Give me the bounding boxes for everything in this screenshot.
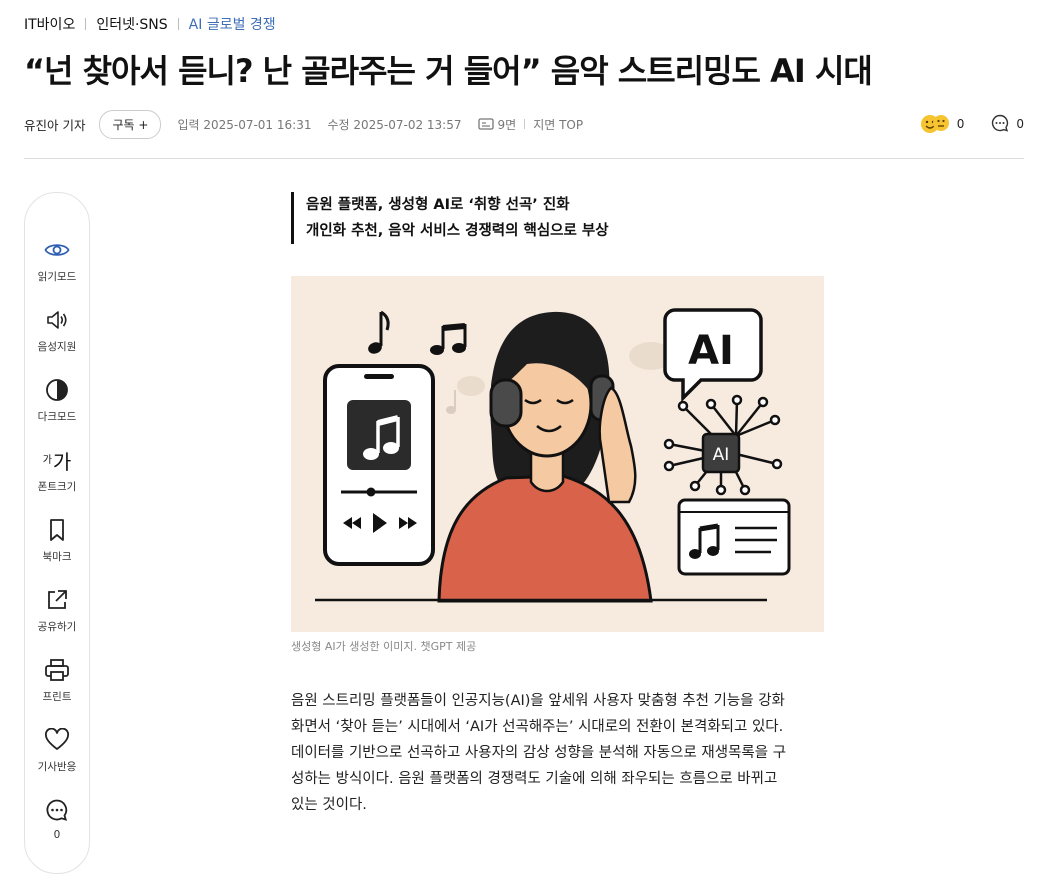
tool-label: 북마크 — [42, 551, 72, 563]
article-hero-image: AI AI — [291, 276, 824, 632]
eye-icon — [25, 235, 89, 265]
tool-label: 기사반응 — [37, 761, 77, 773]
reading-mode-button[interactable]: 읽기모드 — [25, 235, 89, 284]
font-size-small-glyph: 가 — [42, 455, 52, 466]
article-summary: 음원 플랫폼, 생성형 AI로 ‘취향 선곡’ 진화 개인화 추천, 음악 서비… — [291, 192, 609, 244]
tool-label: 폰트크기 — [37, 481, 77, 493]
article-meta: 유진아 기자 구독 + 입력 2025-07-01 16:31 수정 2025-… — [24, 109, 1024, 139]
font-size-button[interactable]: 가가 폰트크기 — [25, 445, 89, 494]
body-line: 있는 것이다. — [291, 797, 367, 813]
bookmark-icon — [25, 515, 89, 545]
breadcrumb: IT바이오 인터넷·SNS AI 글로벌 경쟁 — [24, 14, 276, 34]
tool-label: 프린트 — [42, 691, 72, 703]
reaction-count: 0 — [956, 117, 965, 131]
tool-label: 공유하기 — [37, 621, 77, 633]
ai-chip-circuit: AI — [663, 394, 783, 496]
ai-chip-text: AI — [713, 445, 730, 465]
comment-button[interactable]: 0 — [25, 795, 89, 841]
breadcrumb-item-ai-global[interactable]: AI 글로벌 경쟁 — [189, 14, 276, 34]
person-with-headphones-illustration — [437, 311, 653, 603]
comment-icon[interactable] — [990, 113, 1010, 136]
voice-support-button[interactable]: 음성지원 — [25, 305, 89, 354]
share-icon — [25, 585, 89, 615]
reaction-button[interactable]: 기사반응 — [25, 725, 89, 774]
music-note-icon — [368, 310, 390, 354]
body-line: 성하는 방식이다. 음원 플랫폼의 경쟁력도 기술에 의해 좌우되는 흐름으로 … — [291, 771, 778, 787]
comment-icon — [25, 795, 89, 825]
image-caption: 생성형 AI가 생성한 이미지. 챗GPT 제공 — [291, 640, 477, 653]
double-music-note-icon — [430, 323, 467, 355]
article-headline: “넌 찾아서 듣니? 난 골라주는 거 들어” 음악 스트리밍도 AI 시대 — [24, 52, 873, 90]
share-button[interactable]: 공유하기 — [25, 585, 89, 634]
article-body: 음원 스트리밍 플랫폼들이 인공지능(AI)을 앞세워 사용자 맞춤형 추천 기… — [291, 688, 811, 818]
dark-mode-button[interactable]: 다크모드 — [25, 375, 89, 424]
tool-label: 읽기모드 — [37, 271, 77, 283]
input-time: 입력 2025-07-01 16:31 — [177, 117, 312, 132]
article-reactions: 0 0 — [919, 112, 1024, 137]
comment-count: 0 — [1016, 117, 1024, 131]
meta-separator — [524, 119, 526, 129]
ai-speech-bubble: AI — [663, 308, 763, 403]
header-divider — [24, 158, 1024, 159]
playlist-card — [677, 498, 791, 576]
page-number: 9면 — [497, 117, 517, 132]
font-size-big-glyph: 가 — [52, 449, 72, 474]
bookmark-button[interactable]: 북마크 — [25, 515, 89, 564]
article-tool-rail: 읽기모드 음성지원 다크모드 가가 폰트크기 북마크 공유하기 프린트 기사반응… — [24, 192, 90, 874]
phone-illustration — [323, 364, 435, 566]
body-line: 화면서 ‘찾아 듣는’ 시대에서 ‘AI가 선곡해주는’ 시대로의 전환이 본격… — [291, 719, 784, 735]
breadcrumb-item-internet-sns[interactable]: 인터넷·SNS — [96, 14, 167, 34]
reaction-emoji-icon[interactable] — [919, 112, 951, 137]
newspaper-icon — [477, 117, 494, 131]
subscribe-button[interactable]: 구독 + — [99, 109, 162, 139]
body-line: 데이터를 기반으로 선곡하고 사용자의 감상 성향을 분석해 자동으로 재생목록… — [291, 745, 787, 761]
tool-label: 다크모드 — [37, 411, 77, 423]
breadcrumb-item-it-bio[interactable]: IT바이오 — [24, 14, 75, 34]
section-label: 지면 TOP — [533, 117, 584, 132]
breadcrumb-separator — [85, 18, 87, 30]
speaker-icon — [25, 305, 89, 335]
breadcrumb-separator — [177, 18, 179, 30]
print-icon — [25, 655, 89, 685]
edit-time: 수정 2025-07-02 13:57 — [327, 117, 462, 132]
dark-mode-icon — [25, 375, 89, 405]
tool-label: 0 — [53, 829, 61, 841]
ai-bubble-text: AI — [688, 328, 734, 374]
summary-line: 음원 플랫폼, 생성형 AI로 ‘취향 선곡’ 진화 — [306, 197, 570, 213]
body-line: 음원 스트리밍 플랫폼들이 인공지능(AI)을 앞세워 사용자 맞춤형 추천 기… — [291, 693, 785, 709]
heart-icon — [25, 725, 89, 755]
reporter-name[interactable]: 유진아 기자 — [24, 115, 85, 134]
print-button[interactable]: 프린트 — [25, 655, 89, 704]
tool-label: 음성지원 — [37, 341, 77, 353]
summary-line: 개인화 추천, 음악 서비스 경쟁력의 핵심으로 부상 — [306, 223, 609, 239]
font-size-icon: 가가 — [25, 445, 89, 475]
